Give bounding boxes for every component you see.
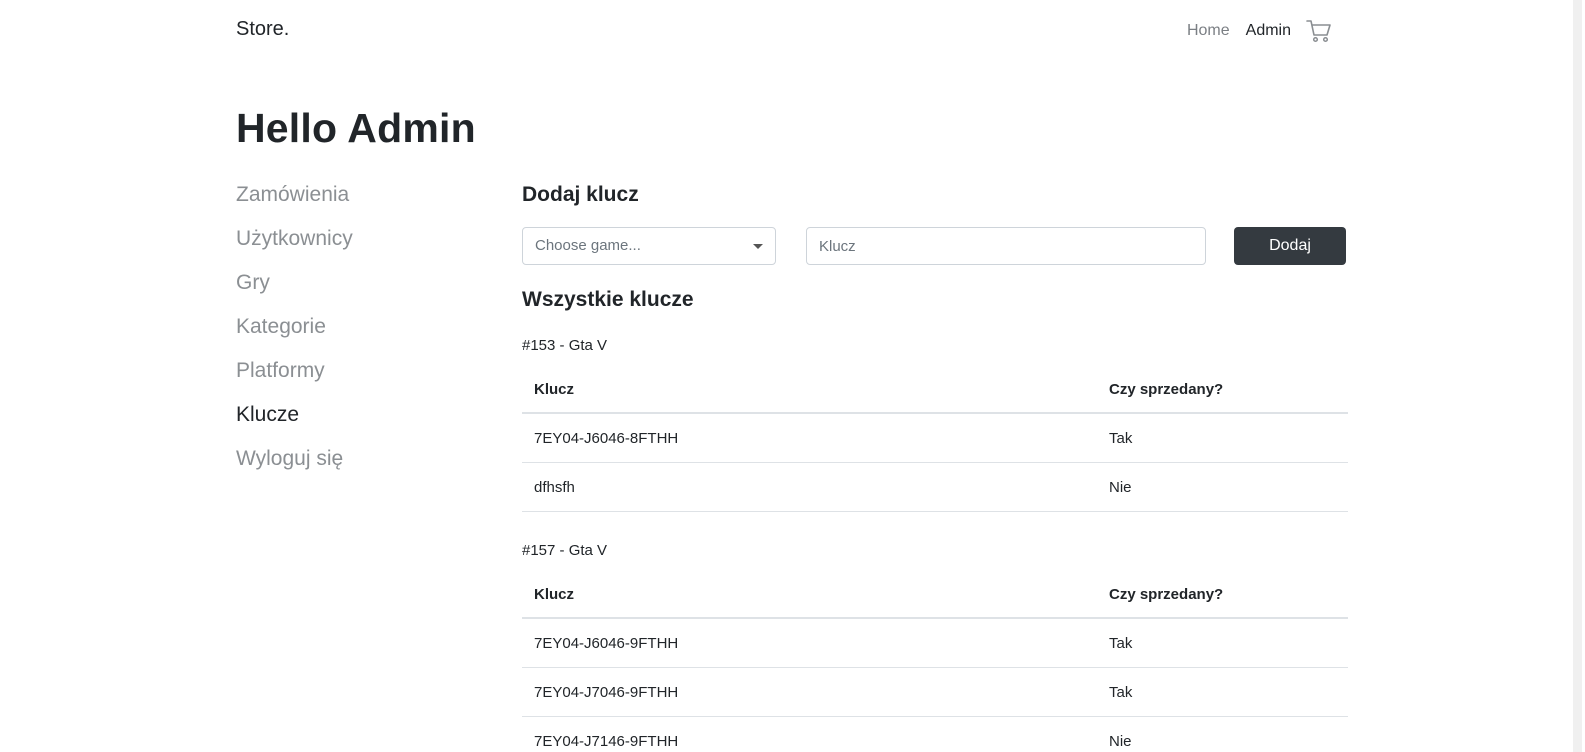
cart-icon[interactable]	[1306, 18, 1332, 44]
key-cell: 7EY04-J6046-9FTHH	[522, 618, 1097, 668]
sidebar-item-uzytkownicy[interactable]: Użytkownicy	[236, 224, 353, 268]
key-group: #153 - Gta V Klucz Czy sprzedany? 7EY04-…	[522, 335, 1348, 512]
key-group: #157 - Gta V Klucz Czy sprzedany? 7EY04-…	[522, 540, 1348, 752]
column-header-sold: Czy sprzedany?	[1097, 366, 1348, 414]
page: Store. Home Admin Hello Admin Zamówienia…	[0, 0, 1585, 752]
column-header-key: Klucz	[522, 366, 1097, 414]
table-row: 7EY04-J6046-8FTHH Tak	[522, 413, 1348, 463]
sidebar-item-klucze[interactable]: Klucze	[236, 400, 353, 444]
sold-cell: Tak	[1097, 413, 1348, 463]
top-nav: Home Admin	[1171, 18, 1332, 44]
table-row: dfhsfh Nie	[522, 462, 1348, 512]
add-key-title: Dodaj klucz	[522, 183, 639, 206]
nav-link-home[interactable]: Home	[1187, 22, 1230, 40]
table-row: 7EY04-J7046-9FTHH Tak	[522, 667, 1348, 717]
key-cell: 7EY04-J7046-9FTHH	[522, 667, 1097, 717]
key-cell: dfhsfh	[522, 462, 1097, 512]
admin-sidebar: Zamówienia Użytkownicy Gry Kategorie Pla…	[236, 180, 353, 488]
sold-cell: Tak	[1097, 618, 1348, 668]
keys-table: Klucz Czy sprzedany? 7EY04-J6046-9FTHH T…	[522, 571, 1348, 752]
sidebar-item-kategorie[interactable]: Kategorie	[236, 312, 353, 356]
vertical-scrollbar[interactable]	[1568, 0, 1585, 752]
key-cell: 7EY04-J6046-8FTHH	[522, 413, 1097, 463]
sold-cell: Nie	[1097, 716, 1348, 752]
table-row: 7EY04-J6046-9FTHH Tak	[522, 618, 1348, 668]
add-key-button[interactable]: Dodaj	[1234, 227, 1346, 265]
chevron-down-icon	[753, 244, 763, 249]
table-header-row: Klucz Czy sprzedany?	[522, 571, 1348, 619]
column-header-key: Klucz	[522, 571, 1097, 619]
sidebar-item-gry[interactable]: Gry	[236, 268, 353, 312]
table-row: 7EY04-J7146-9FTHH Nie	[522, 716, 1348, 752]
column-header-sold: Czy sprzedany?	[1097, 571, 1348, 619]
sold-cell: Tak	[1097, 667, 1348, 717]
game-group-label: #153 - Gta V	[522, 337, 608, 354]
sidebar-item-wyloguj[interactable]: Wyloguj się	[236, 444, 353, 488]
add-key-form: Choose game... Dodaj	[522, 227, 1348, 265]
sidebar-item-zamowienia[interactable]: Zamówienia	[236, 180, 353, 224]
game-select[interactable]: Choose game...	[522, 227, 776, 265]
sold-cell: Nie	[1097, 462, 1348, 512]
all-keys-title: Wszystkie klucze	[522, 288, 694, 311]
scrollbar-thumb[interactable]	[1573, 0, 1582, 752]
page-title: Hello Admin	[236, 105, 476, 151]
keys-table: Klucz Czy sprzedany? 7EY04-J6046-8FTHH T…	[522, 366, 1348, 512]
sidebar-item-platformy[interactable]: Platformy	[236, 356, 353, 400]
game-select-value: Choose game...	[535, 237, 641, 254]
table-header-row: Klucz Czy sprzedany?	[522, 366, 1348, 414]
brand-logo[interactable]: Store.	[236, 18, 289, 41]
main-content: Dodaj klucz Choose game... Dodaj Wszystk…	[522, 180, 1348, 752]
game-group-label: #157 - Gta V	[522, 542, 608, 559]
nav-link-admin[interactable]: Admin	[1246, 22, 1291, 40]
key-input[interactable]	[806, 227, 1206, 265]
key-cell: 7EY04-J7146-9FTHH	[522, 716, 1097, 752]
